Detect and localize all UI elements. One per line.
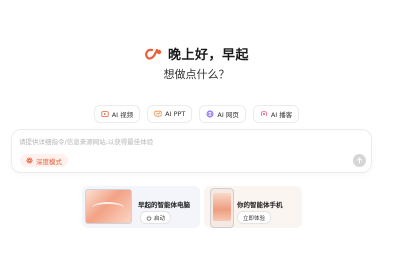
greeting-title: 晚上好，早起: [167, 48, 249, 63]
card-title: 早起的智能体电脑: [138, 201, 190, 209]
try-now-label: 立即体验: [243, 215, 266, 222]
prompt-input-box[interactable]: 请提供详细指令/信息来源网站,以获得最佳体验 深度模式: [11, 129, 372, 173]
try-now-button[interactable]: 立即体验: [237, 211, 272, 224]
chip-label: AI PPT: [165, 110, 186, 118]
web-icon: [206, 110, 214, 118]
atom-icon: [26, 157, 33, 164]
podcast-icon: [260, 110, 267, 117]
deep-mode-label: 深度模式: [36, 157, 62, 166]
chip-ai-web[interactable]: AI 网页: [199, 105, 246, 123]
card-agent-phone[interactable]: 你的智能体手机 立即体验: [204, 186, 302, 228]
launch-label: 启动: [154, 215, 166, 222]
quick-actions: AI 视频 AI PPT AI 网页 AI 播客: [0, 105, 393, 123]
greeting-subtitle: 想做点什么？: [163, 68, 230, 81]
greeting-row: 晚上好，早起: [0, 44, 393, 63]
ppt-icon: [154, 110, 162, 118]
deep-mode-toggle[interactable]: 深度模式: [20, 154, 68, 167]
chip-label: AI 网页: [217, 111, 239, 119]
card-title: 你的智能体手机: [237, 201, 283, 209]
chip-label: AI 播客: [270, 111, 293, 119]
power-icon: [146, 215, 152, 221]
chip-ai-ppt[interactable]: AI PPT: [147, 105, 193, 123]
feature-cards: 早起的智能体电脑 启动 你的智能体手机 立即体验: [82, 186, 302, 228]
logo-icon: [145, 48, 162, 60]
launch-button[interactable]: 启动: [140, 211, 172, 224]
prompt-input[interactable]: 请提供详细指令/信息来源网站,以获得最佳体验: [19, 136, 153, 146]
phone-preview-image: [210, 188, 234, 228]
arrow-up-icon: [357, 157, 362, 164]
computer-preview-image: [85, 189, 132, 224]
send-button[interactable]: [353, 154, 366, 167]
chip-label: AI 视频: [111, 111, 134, 119]
chip-ai-podcast[interactable]: AI 播客: [252, 105, 300, 123]
card-agent-computer[interactable]: 早起的智能体电脑 启动: [82, 186, 200, 228]
chip-ai-video[interactable]: AI 视频: [93, 105, 141, 123]
video-icon: [101, 111, 109, 117]
